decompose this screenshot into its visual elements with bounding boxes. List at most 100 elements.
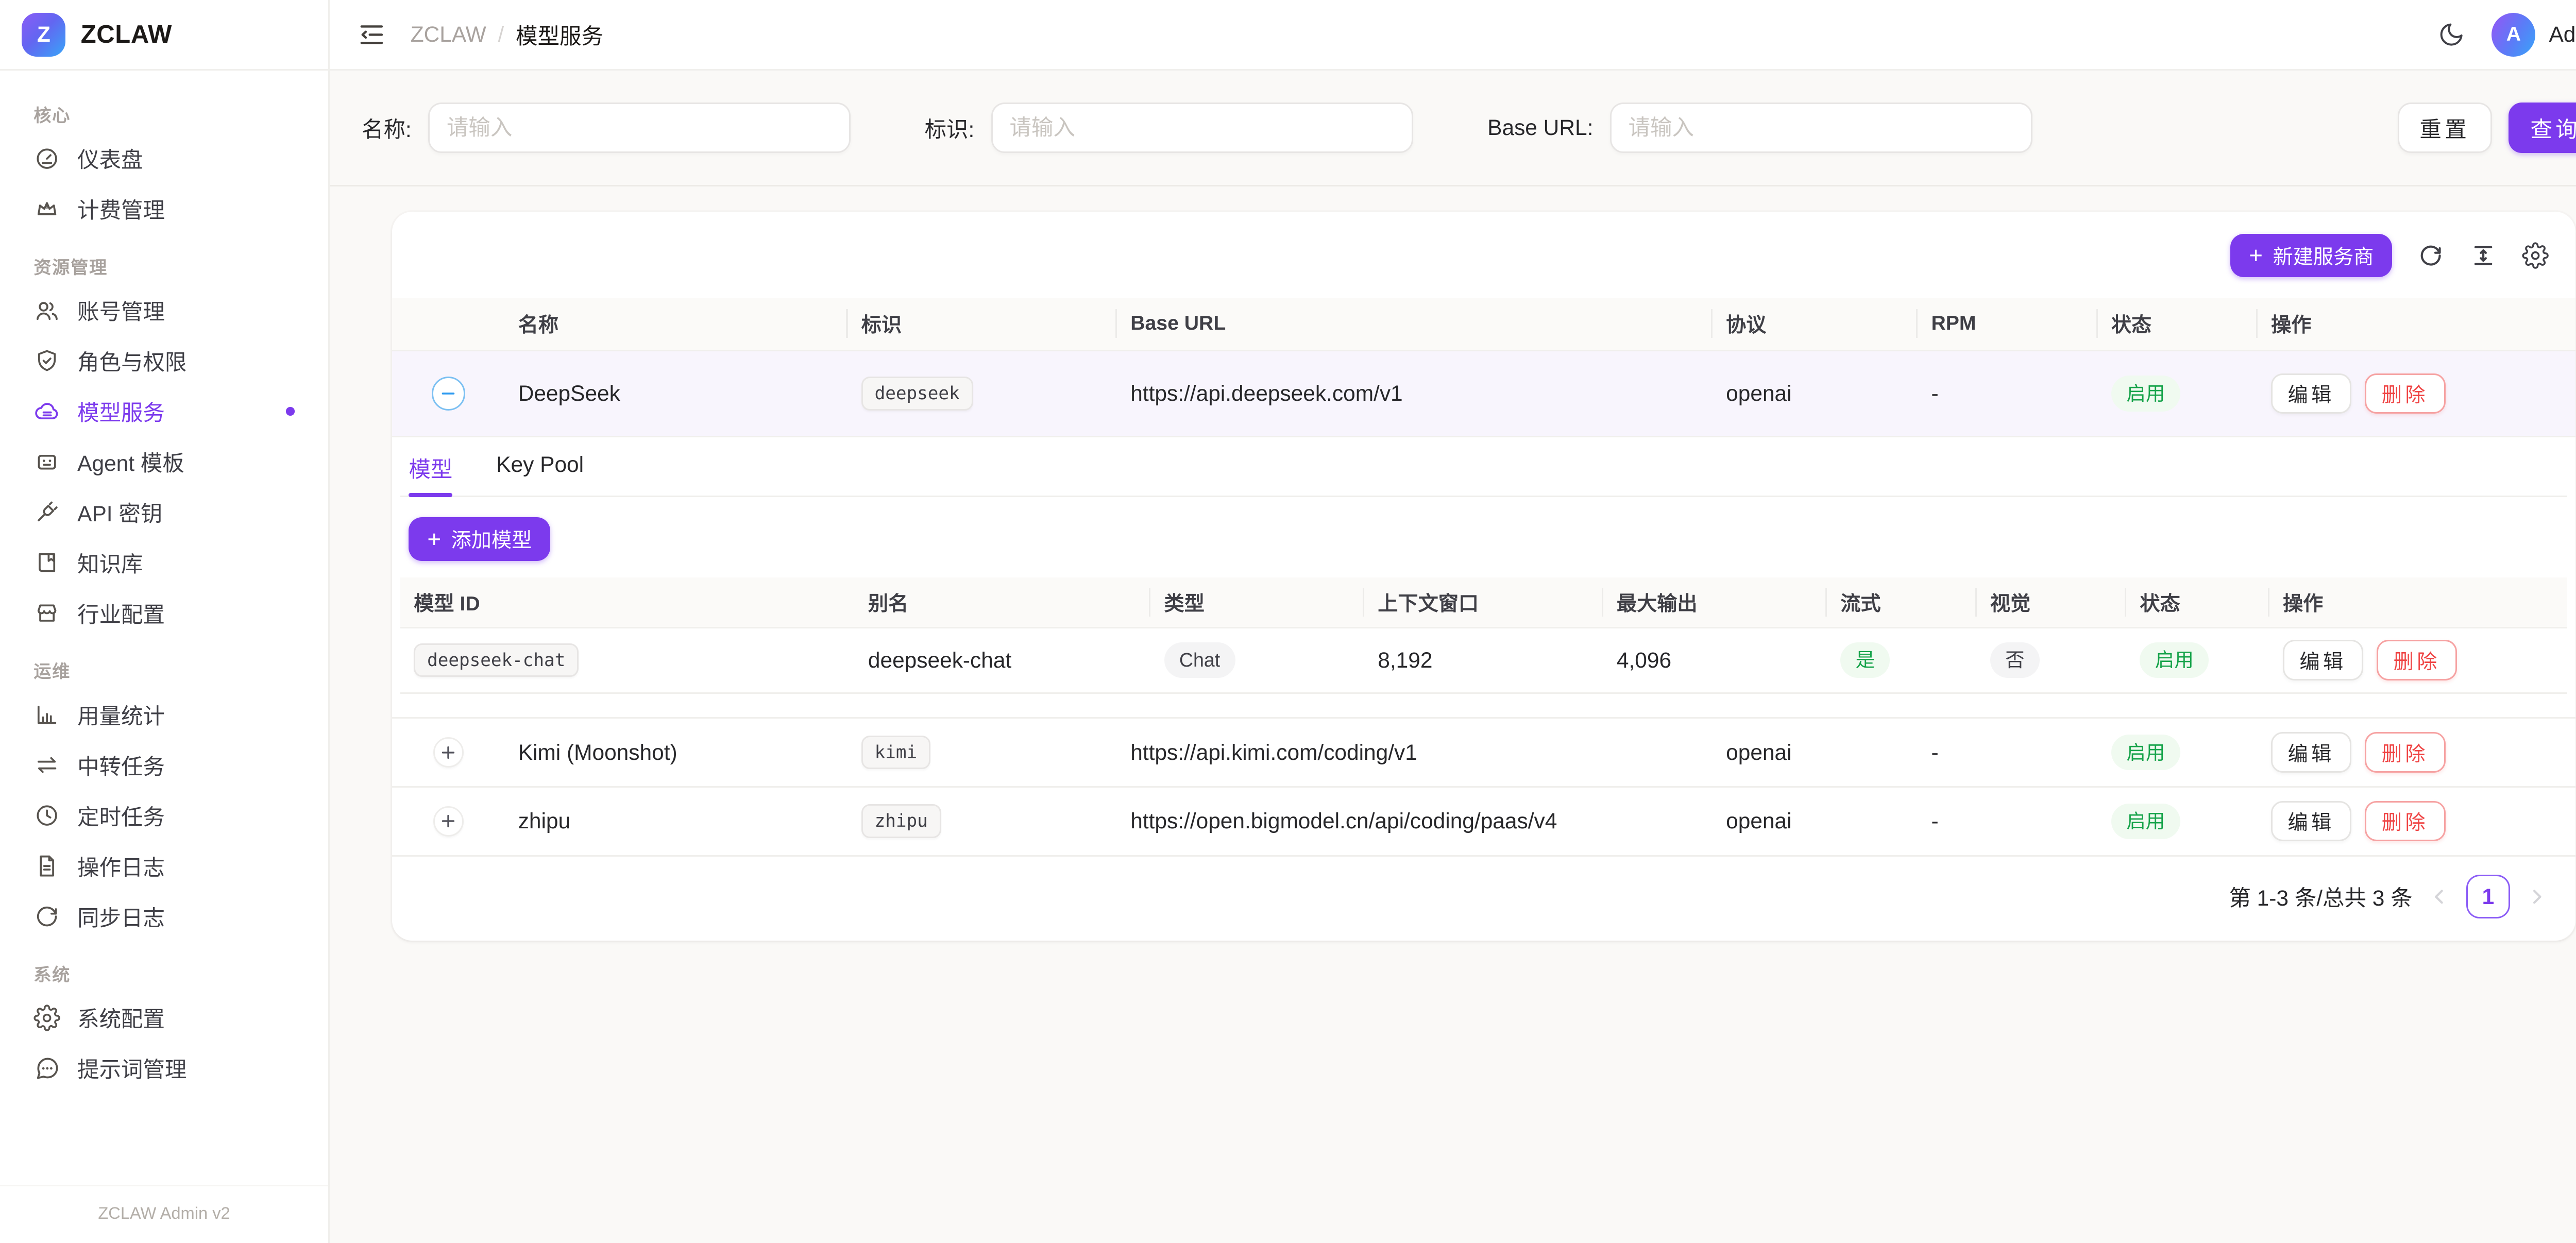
sidebar-item-label: 知识库 <box>77 547 143 578</box>
reset-button[interactable]: 重置 <box>2398 103 2492 153</box>
provider-base-url: https://api.deepseek.com/v1 <box>1117 351 1713 436</box>
sidebar-item-label: 定时任务 <box>77 800 165 831</box>
row-density-icon[interactable] <box>2470 242 2497 269</box>
model-stream-badge: 是 <box>1840 642 1890 678</box>
provider-slug-chip: deepseek <box>861 377 973 411</box>
filter-baseurl-label: Base URL: <box>1487 115 1593 140</box>
add-model-button[interactable]: + 添加模型 <box>409 517 550 561</box>
tab-models[interactable]: 模型 <box>409 437 452 496</box>
col-model-actions: 操作 <box>2269 577 2567 627</box>
col-name: 名称 <box>505 298 848 351</box>
sidebar-header: Z ZCLAW <box>0 0 328 71</box>
filter-name-input[interactable] <box>428 103 851 153</box>
sidebar-item-label: API 密钥 <box>77 497 162 528</box>
models-table: 模型 ID 别名 类型 上下文窗口 最大输出 流式 视觉 状态 操作 <box>400 577 2567 693</box>
edit-button[interactable]: 编辑 <box>2283 640 2363 680</box>
sidebar-item-system-config[interactable]: 系统配置 <box>20 994 308 1041</box>
provider-name: Kimi (Moonshot) <box>505 718 848 787</box>
cloud-server-icon <box>33 398 60 425</box>
sidebar-item-billing[interactable]: 计费管理 <box>20 185 308 232</box>
sidebar-item-label: 同步日志 <box>77 901 165 932</box>
sidebar-item-api-keys[interactable]: API 密钥 <box>20 489 308 536</box>
bar-chart-icon <box>33 701 60 728</box>
book-icon <box>33 549 60 576</box>
col-protocol: 协议 <box>1713 298 1918 351</box>
expand-row-button[interactable] <box>433 737 464 768</box>
filter-baseurl-input[interactable] <box>1610 103 2032 153</box>
sidebar-item-relay-tasks[interactable]: 中转任务 <box>20 742 308 789</box>
col-expand <box>392 298 505 351</box>
sidebar-item-label: 用量统计 <box>77 699 165 730</box>
provider-slug-chip: kimi <box>861 736 930 770</box>
sidebar-item-sync-logs[interactable]: 同步日志 <box>20 893 308 940</box>
sidebar-collapse-button[interactable] <box>357 20 387 50</box>
sidebar-item-label: 计费管理 <box>77 193 165 225</box>
crown-icon <box>33 196 60 223</box>
robot-icon <box>33 448 60 475</box>
sidebar-footer-version: ZCLAW Admin v2 <box>0 1185 328 1243</box>
sidebar-item-knowledge-base[interactable]: 知识库 <box>20 539 308 586</box>
col-model-id: 模型 ID <box>400 577 855 627</box>
sidebar-item-agent-templates[interactable]: Agent 模板 <box>20 438 308 485</box>
swap-arrows-icon <box>33 752 60 778</box>
sidebar-item-accounts[interactable]: 账号管理 <box>20 287 308 334</box>
table-settings-gear-icon[interactable] <box>2522 242 2549 269</box>
add-model-label: 添加模型 <box>451 524 532 553</box>
collapse-row-button[interactable] <box>432 377 465 410</box>
avatar: A <box>2492 13 2535 57</box>
pagination-summary: 第 1-3 条/总共 3 条 <box>2229 881 2412 912</box>
models-header-row: 模型 ID 别名 类型 上下文窗口 最大输出 流式 视觉 状态 操作 <box>400 577 2567 627</box>
active-indicator-dot <box>286 407 294 415</box>
edit-button[interactable]: 编辑 <box>2271 732 2351 772</box>
create-provider-button[interactable]: + 新建服务商 <box>2230 234 2392 278</box>
col-alias: 别名 <box>855 577 1151 627</box>
sidebar-item-label: 操作日志 <box>77 850 165 882</box>
provider-protocol: openai <box>1713 787 1918 856</box>
edit-button[interactable]: 编辑 <box>2271 373 2351 414</box>
sidebar-item-label: 模型服务 <box>77 396 165 427</box>
provider-slug-chip: zhipu <box>861 804 941 838</box>
avatar-letter: A <box>2506 23 2521 46</box>
provider-name: DeepSeek <box>505 351 848 436</box>
providers-header-row: 名称 标识 Base URL 协议 RPM 状态 操作 <box>392 298 2575 351</box>
sidebar-item-usage-stats[interactable]: 用量统计 <box>20 691 308 738</box>
pagination: 第 1-3 条/总共 3 条 1 <box>392 857 2575 941</box>
nav-section-system: 系统 <box>33 960 294 986</box>
page-number-button[interactable]: 1 <box>2466 875 2510 918</box>
search-button[interactable]: 查询 <box>2509 103 2576 153</box>
refresh-icon[interactable] <box>2417 242 2444 269</box>
delete-button[interactable]: 删除 <box>2365 801 2445 841</box>
sidebar-item-scheduled-tasks[interactable]: 定时任务 <box>20 792 308 839</box>
sidebar-item-prompt-management[interactable]: 提示词管理 <box>20 1045 308 1092</box>
delete-button[interactable]: 删除 <box>2377 640 2457 680</box>
sidebar-item-label: 中转任务 <box>77 750 165 781</box>
delete-button[interactable]: 删除 <box>2365 732 2445 772</box>
expand-row-button[interactable] <box>433 806 464 837</box>
tab-key-pool[interactable]: Key Pool <box>496 437 584 496</box>
col-stream: 流式 <box>1827 577 1977 627</box>
user-menu[interactable]: A Admin <box>2492 13 2576 57</box>
user-name: Admin <box>2549 22 2576 47</box>
breadcrumb-root[interactable]: ZCLAW <box>411 22 486 47</box>
sidebar-item-roles[interactable]: 角色与权限 <box>20 337 308 384</box>
col-base-url: Base URL <box>1117 298 1713 351</box>
next-page-chevron-icon[interactable] <box>2525 885 2549 909</box>
col-actions: 操作 <box>2258 298 2575 351</box>
prev-page-chevron-icon[interactable] <box>2428 885 2451 909</box>
sidebar-item-dashboard[interactable]: 仪表盘 <box>20 135 308 182</box>
nav-section-ops: 运维 <box>33 657 294 683</box>
filter-slug-input[interactable] <box>991 103 1414 153</box>
delete-button[interactable]: 删除 <box>2365 373 2445 414</box>
edit-button[interactable]: 编辑 <box>2271 801 2351 841</box>
col-status: 状态 <box>2098 298 2258 351</box>
sidebar-item-industry-config[interactable]: 行业配置 <box>20 590 308 637</box>
dark-mode-toggle-moon-icon[interactable] <box>2438 21 2465 48</box>
status-badge: 启用 <box>2111 804 2180 839</box>
sidebar-item-operation-logs[interactable]: 操作日志 <box>20 842 308 889</box>
filter-actions: 重置 查询 <box>2398 103 2576 153</box>
sidebar-item-label: Agent 模板 <box>77 446 184 478</box>
sidebar-item-model-services[interactable]: 模型服务 <box>20 388 308 435</box>
col-slug: 标识 <box>848 298 1117 351</box>
filter-slug-group: 标识: <box>925 103 1414 153</box>
plus-icon: + <box>427 527 441 551</box>
